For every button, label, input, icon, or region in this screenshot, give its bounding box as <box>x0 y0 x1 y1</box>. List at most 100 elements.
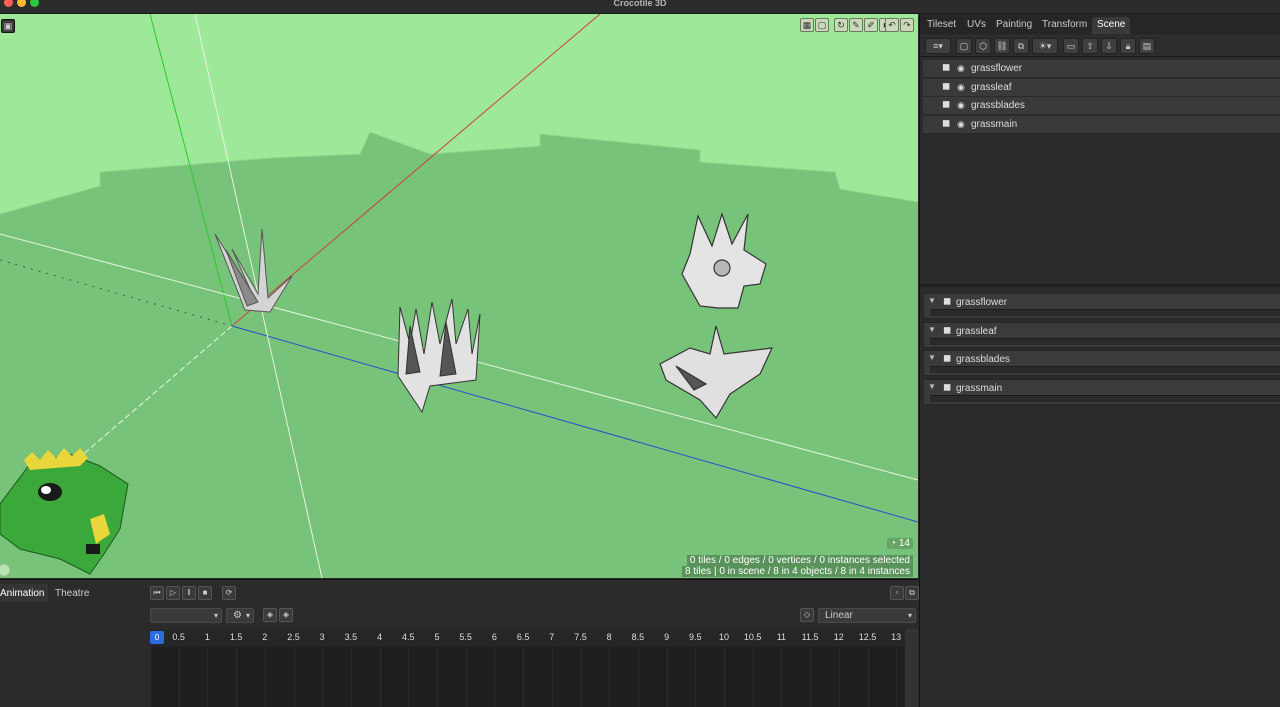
timeline-tick-label: 6.5 <box>516 632 530 642</box>
outliner-row[interactable]: ◼ ◉ grassblades <box>923 97 1280 116</box>
layer-track[interactable] <box>930 366 1280 374</box>
tab-theatre[interactable]: Theatre <box>55 584 89 602</box>
app-window: Crocotile 3D ▣ ▦ ▢ ↻ ✎ ✐ ↶ ↷ ◔ 14 0 tile… <box>0 0 1280 707</box>
lock-icon[interactable]: 🔒︎ <box>1120 38 1136 54</box>
outliner-row[interactable]: ◼ ◉ grassleaf <box>923 78 1280 97</box>
layer-item[interactable]: ▼ ◼ grassflower <box>923 293 1280 319</box>
gear-icon: ⚙ <box>233 610 242 621</box>
keyframe-diamond-icon[interactable]: ◇ <box>800 608 814 622</box>
cube-icon: ◼ <box>942 117 951 129</box>
timeline-tick-label: 13 <box>891 632 902 642</box>
timeline-gridline <box>781 647 783 707</box>
timeline-gridline <box>178 647 180 707</box>
rotate-tool-icon[interactable]: ↻ <box>834 18 848 32</box>
tab-painting[interactable]: Painting <box>991 17 1037 34</box>
timeline-tick-label: 9.5 <box>689 632 702 642</box>
timeline-gridline <box>896 647 898 707</box>
eyedropper-icon[interactable]: ✐ <box>864 18 878 32</box>
menu-dropdown-icon[interactable]: ≡▾ <box>925 38 951 54</box>
move-down-icon[interactable]: ⇩ <box>1101 38 1117 54</box>
light-dropdown-icon[interactable]: ☀▾ <box>1032 38 1058 54</box>
timeline-gridline <box>322 647 324 707</box>
layer-track[interactable] <box>930 394 1280 402</box>
layer-item[interactable]: ▼ ◼ grassblades <box>923 350 1280 377</box>
float-panel-icon[interactable]: ⧉ <box>905 586 919 600</box>
playhead[interactable]: 0 <box>150 631 164 644</box>
cube-view-icon[interactable]: ▢ <box>815 18 829 32</box>
layer-item[interactable]: ▼ ◼ grassleaf <box>923 321 1280 348</box>
timeline-gridline <box>437 647 438 707</box>
scene-outliner: ◼ ◉ grassflower ◼ ◉ grassleaf ◼ ◉ grassb… <box>923 60 1280 134</box>
tab-animation[interactable]: Animation <box>0 584 48 602</box>
skip-start-icon[interactable]: ⏮ <box>150 586 164 600</box>
timeline-tick-label: 12.5 <box>858 632 877 642</box>
paint-tool-icon[interactable]: ✎ <box>849 18 863 32</box>
title-bar: Crocotile 3D <box>0 0 1280 14</box>
outliner-label: grassleaf <box>971 81 1012 93</box>
timeline-tick-label: 12 <box>833 632 844 642</box>
link-icon[interactable]: ⛓ <box>994 38 1010 54</box>
eye-icon[interactable]: ◉ <box>957 119 968 129</box>
timeline-tick-label: 7.5 <box>574 632 587 642</box>
selection-status: 0 tiles / 0 edges / 0 vertices / 0 insta… <box>686 555 913 566</box>
animation-select[interactable]: ▾ <box>150 608 222 623</box>
add-keyframe-icon[interactable]: ◈ <box>263 608 277 622</box>
play-icon[interactable]: ▷ <box>166 586 180 600</box>
timeline-tick-label: 1.5 <box>229 632 243 642</box>
collapse-triangle-icon[interactable]: ▼ <box>928 325 936 334</box>
pause-icon[interactable]: ‖ <box>182 586 196 600</box>
image-icon[interactable]: ▣ <box>1 19 15 33</box>
remove-icon[interactable]: ▭ <box>1063 38 1079 54</box>
move-up-icon[interactable]: ⇧ <box>1082 38 1098 54</box>
timeline-tick-label: 2 <box>262 632 268 642</box>
new-object-icon[interactable]: ▢ <box>956 38 972 54</box>
collapse-triangle-icon[interactable]: ▼ <box>928 296 936 305</box>
3d-viewport[interactable]: ▣ ▦ ▢ ↻ ✎ ✐ ■ ↶ ↷ ◔ 14 0 tiles / 0 edges… <box>0 14 918 578</box>
timeline-gridline <box>523 647 525 707</box>
collapse-triangle-icon[interactable]: ▼ <box>928 353 936 362</box>
outliner-label: grassblades <box>971 100 1025 112</box>
eye-icon[interactable]: ◉ <box>957 63 968 73</box>
panel-splitter[interactable] <box>920 284 1280 287</box>
cube-icon: ◼ <box>942 62 951 73</box>
layer-item[interactable]: ▼ ◼ grassmain <box>923 378 1280 405</box>
scene-canvas[interactable] <box>0 14 918 578</box>
timeline-scrollbar[interactable] <box>905 629 918 707</box>
group-icon[interactable]: ⧉ <box>1013 38 1029 54</box>
chevron-down-icon: ▾ <box>245 611 250 620</box>
timeline-gridline <box>752 647 754 707</box>
timeline-tick-label: 3 <box>319 632 325 642</box>
app-title: Crocotile 3D <box>613 0 667 8</box>
grid-icon[interactable]: ▦ <box>800 18 814 32</box>
undo-icon[interactable]: ↶ <box>885 18 899 32</box>
settings-dropdown[interactable]: ⚙ ▾ <box>226 608 254 623</box>
layer-track[interactable] <box>930 309 1280 316</box>
tab-uvs[interactable]: UVs <box>962 17 991 34</box>
cube-icon: ◼ <box>942 80 951 92</box>
interpolation-select[interactable]: Linear ▾ <box>818 608 916 623</box>
layer-track[interactable] <box>930 337 1280 345</box>
eye-icon[interactable]: ◉ <box>957 82 968 92</box>
tab-scene[interactable]: Scene <box>1092 17 1131 34</box>
loop-icon[interactable]: ⟳ <box>222 586 236 600</box>
tab-transform[interactable]: Transform <box>1037 17 1092 34</box>
cube-icon: ◼ <box>943 353 952 365</box>
outliner-label: grassmain <box>971 118 1018 130</box>
eye-icon[interactable]: ◉ <box>957 100 968 110</box>
collapse-triangle-icon[interactable]: ▼ <box>928 382 936 391</box>
outliner-row[interactable]: ◼ ◉ grassmain <box>923 115 1280 134</box>
stop-icon[interactable]: ■ <box>198 586 212 600</box>
undo-count: 14 <box>898 538 910 549</box>
folder-icon[interactable]: ▤ <box>1139 38 1155 54</box>
tab-tileset[interactable]: Tileset <box>922 17 961 34</box>
timeline-gridline <box>838 647 840 707</box>
redo-icon[interactable]: ↷ <box>900 18 914 32</box>
cube-icon[interactable]: ⬡ <box>975 38 991 54</box>
timeline[interactable]: 0.5 1 1.5 2 2.5 3 3.5 4 4.5 5 5.5 6 6.5 7 7.5 8 8.5 9 9.5 1… <box>150 629 905 707</box>
timeline-ruler[interactable]: 0.5 1 1.5 2 2.5 3 3.5 4 4.5 5 5.5 6 6.5 7 7.5 8 8.5 9 9.5 1… <box>150 629 905 647</box>
bottom-tabs: Animation Theatre <box>0 584 918 604</box>
chevron-down-icon: ▾ <box>213 611 218 620</box>
remove-keyframe-icon[interactable]: ◈ <box>279 608 293 622</box>
outliner-row[interactable]: ◼ ◉ grassflower <box>923 60 1280 78</box>
minimize-panel-icon[interactable]: ▫ <box>890 586 904 600</box>
